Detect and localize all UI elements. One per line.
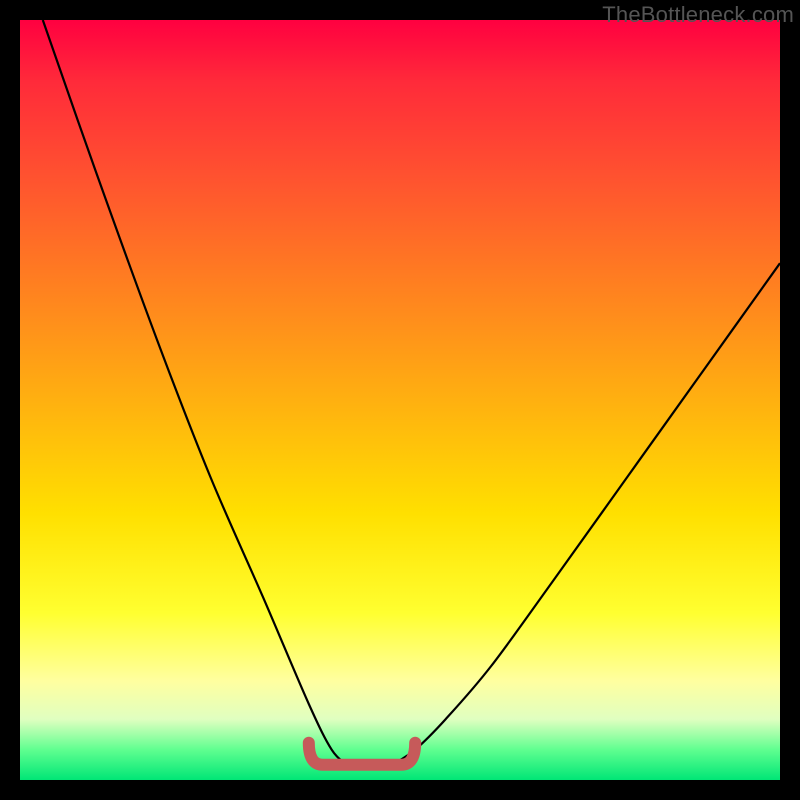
chart-frame: TheBottleneck.com <box>0 0 800 800</box>
right-curve <box>392 263 780 765</box>
left-curve <box>43 20 347 765</box>
plot-area <box>20 20 780 780</box>
watermark-text: TheBottleneck.com <box>602 2 794 28</box>
optimal-range-band <box>309 743 415 765</box>
curve-layer <box>20 20 780 780</box>
